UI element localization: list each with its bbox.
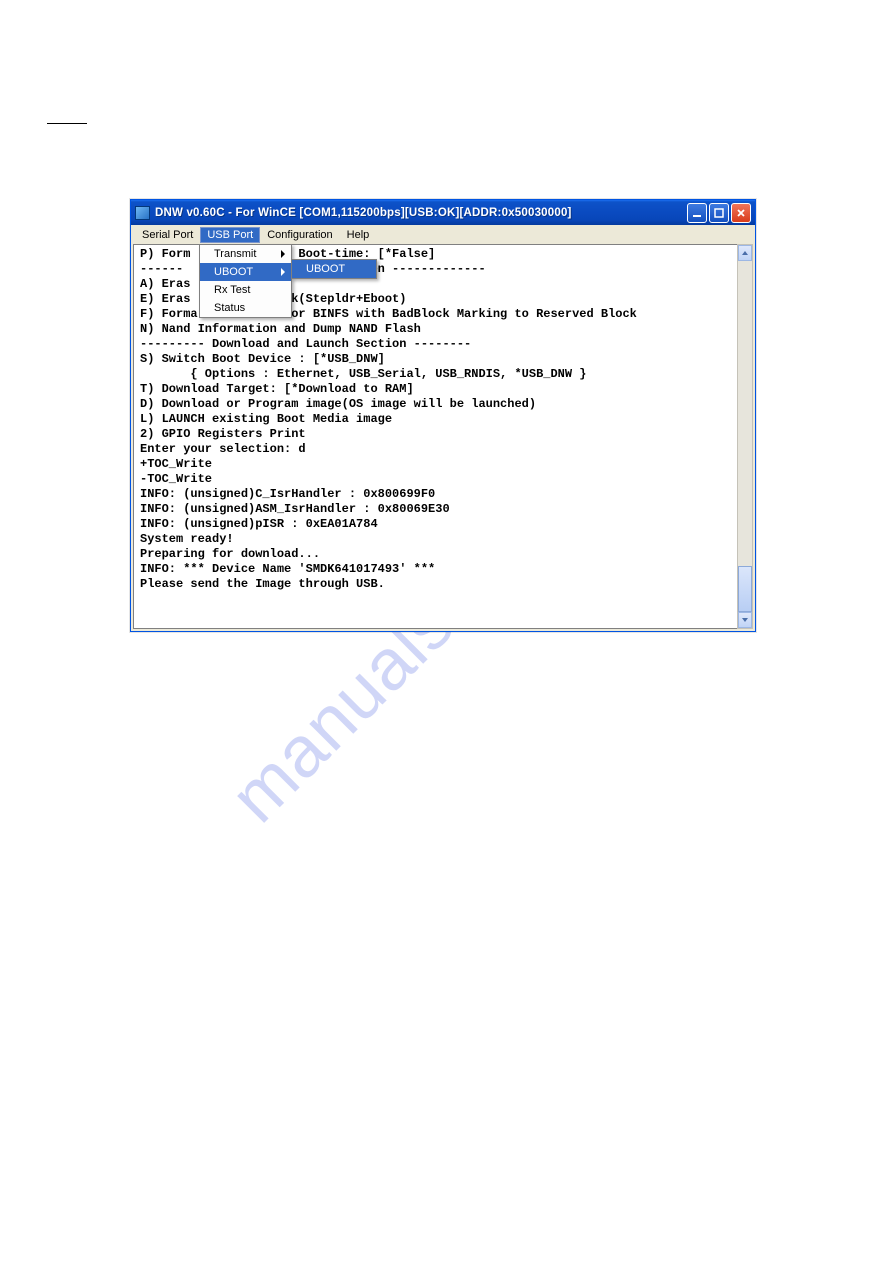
close-button[interactable]: [731, 203, 751, 223]
titlebar[interactable]: DNW v0.60C - For WinCE [COM1,115200bps][…: [131, 200, 755, 225]
menu-item-status[interactable]: Status: [200, 299, 291, 317]
submenu-arrow-icon: [281, 250, 285, 258]
submenu-arrow-icon: [281, 268, 285, 276]
maximize-button[interactable]: [709, 203, 729, 223]
menu-usb-port[interactable]: USB Port: [200, 227, 260, 243]
page-divider: [47, 123, 87, 124]
chevron-up-icon: [741, 249, 749, 257]
usb-port-menu: TransmitUBOOTRx TestStatus: [199, 244, 292, 318]
menu-item-rx-test[interactable]: Rx Test: [200, 281, 291, 299]
menu-configuration[interactable]: Configuration: [260, 227, 339, 243]
minimize-icon: [692, 208, 702, 218]
scroll-thumb[interactable]: [738, 566, 752, 612]
minimize-button[interactable]: [687, 203, 707, 223]
menu-help[interactable]: Help: [340, 227, 377, 243]
menu-item-transmit[interactable]: Transmit: [200, 245, 291, 263]
menubar: Serial PortUSB PortConfigurationHelp: [131, 225, 755, 244]
window-controls: [687, 203, 751, 223]
uboot-submenu: UBOOT: [291, 259, 377, 279]
menu-item-uboot[interactable]: UBOOT: [200, 263, 291, 281]
chevron-down-icon: [741, 616, 749, 624]
submenu-item-uboot[interactable]: UBOOT: [292, 260, 376, 278]
vertical-scrollbar[interactable]: [737, 244, 753, 629]
app-icon: [135, 206, 150, 220]
close-icon: [736, 208, 746, 218]
maximize-icon: [714, 208, 724, 218]
scroll-up-button[interactable]: [738, 245, 752, 261]
window-title: DNW v0.60C - For WinCE [COM1,115200bps][…: [155, 207, 682, 219]
app-window: DNW v0.60C - For WinCE [COM1,115200bps][…: [130, 199, 756, 632]
scroll-down-button[interactable]: [738, 612, 752, 628]
menu-serial-port[interactable]: Serial Port: [135, 227, 200, 243]
